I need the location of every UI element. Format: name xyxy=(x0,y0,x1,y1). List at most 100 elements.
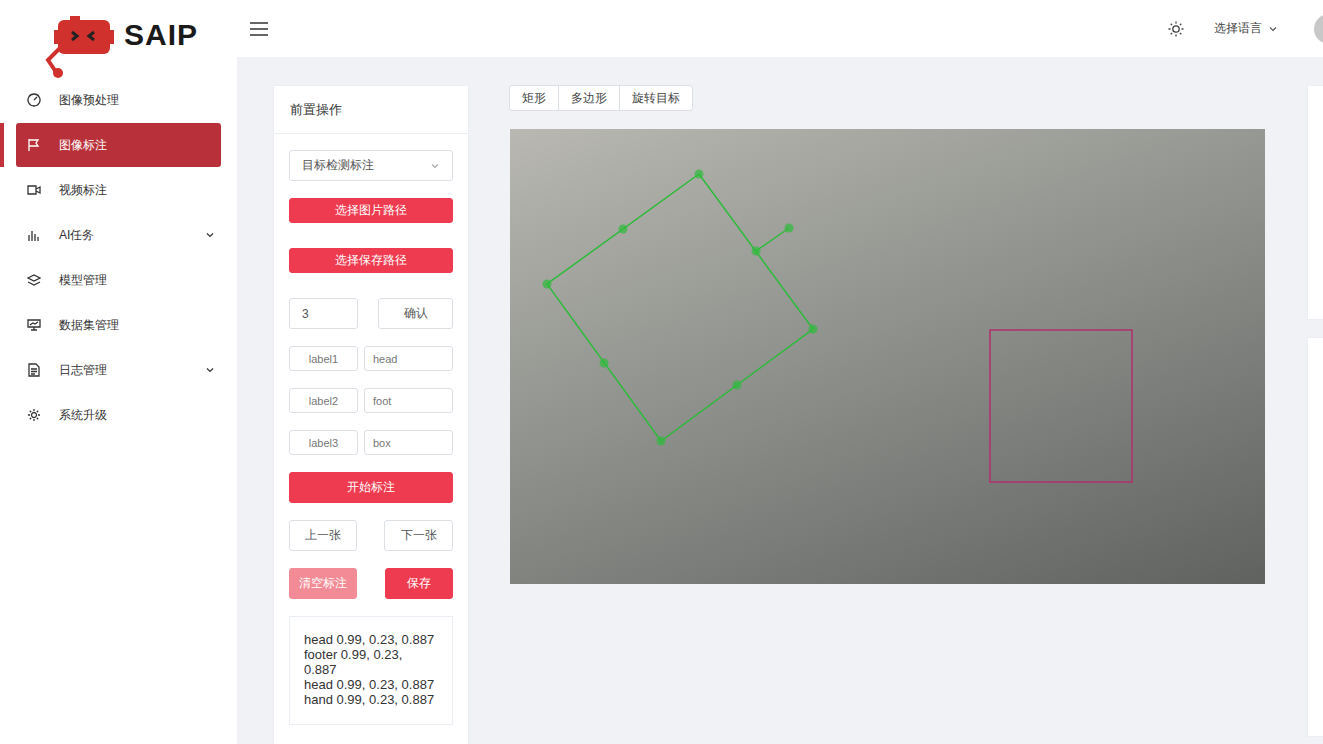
label-name: label2 xyxy=(289,388,358,413)
language-select[interactable]: 选择语言 xyxy=(1214,20,1278,37)
workspace: 矩形多边形旋转目标 xyxy=(510,85,1265,584)
content: 前置操作目标检测标注选择图片路径选择保存路径3确认label1headlabel… xyxy=(237,57,1323,744)
document-icon xyxy=(27,363,41,377)
nav-row: 上一张下一张 xyxy=(289,503,453,551)
tool-tab[interactable]: 旋转目标 xyxy=(619,86,692,110)
sidebar-item-label: 日志管理 xyxy=(59,362,205,379)
avatar[interactable] xyxy=(1314,14,1323,44)
sidebar-item[interactable]: 视频标注 xyxy=(16,168,221,212)
chevron-down-icon xyxy=(1268,24,1278,34)
label-row: label1head xyxy=(289,346,453,371)
active-indicator xyxy=(0,123,4,167)
sidebar-row: 模型管理 xyxy=(0,258,237,302)
sidebar-item[interactable]: 图像标注 xyxy=(16,123,221,167)
sidebar-item[interactable]: AI任务 xyxy=(16,213,221,257)
sidebar-row: 视频标注 xyxy=(0,168,237,212)
label-count-row: 3 确认 xyxy=(289,298,453,329)
prev-button[interactable]: 上一张 xyxy=(289,520,357,551)
tool-tab[interactable]: 矩形 xyxy=(510,86,558,110)
result-line: footer 0.99, 0.23, 0.887 xyxy=(304,647,438,677)
polygon-annotation[interactable] xyxy=(543,170,818,446)
chevron-down-icon xyxy=(205,230,215,240)
sidebar-item-label: 模型管理 xyxy=(59,272,215,289)
right-panel xyxy=(1307,85,1323,320)
sidebar-item[interactable]: 图像预处理 xyxy=(16,78,221,122)
sidebar-item-label: 图像标注 xyxy=(59,137,215,154)
sidebar-item[interactable]: 模型管理 xyxy=(16,258,221,302)
rect-annotation[interactable] xyxy=(990,330,1132,482)
results-box[interactable]: head 0.99, 0.23, 0.887footer 0.99, 0.23,… xyxy=(289,616,453,725)
result-line: head 0.99, 0.23, 0.887 xyxy=(304,632,438,647)
tool-tab[interactable]: 多边形 xyxy=(558,86,619,110)
gauge-icon xyxy=(27,93,41,107)
sidebar-item[interactable]: 数据集管理 xyxy=(16,303,221,347)
tool-tabs: 矩形多边形旋转目标 xyxy=(509,85,693,111)
panel-body: 目标检测标注选择图片路径选择保存路径3确认label1headlabel2foo… xyxy=(274,134,468,725)
select-save-path-button[interactable]: 选择保存路径 xyxy=(289,248,453,273)
label-value-input[interactable]: foot xyxy=(364,388,453,413)
top-right: 选择语言 xyxy=(1168,14,1323,44)
action-row: 清空标注保存 xyxy=(289,551,453,599)
pre-operation-panel: 前置操作目标检测标注选择图片路径选择保存路径3确认label1headlabel… xyxy=(273,85,469,744)
layers-icon xyxy=(27,273,41,287)
sidebar-row: AI任务 xyxy=(0,213,237,257)
sidebar-row: 数据集管理 xyxy=(0,303,237,347)
image-canvas[interactable] xyxy=(510,129,1265,584)
save-button[interactable]: 保存 xyxy=(385,568,453,599)
sidebar-row: 图像预处理 xyxy=(0,78,237,122)
sidebar-menu: 图像预处理图像标注视频标注 AI任务模型管理数据集管理日志管理系统升级 xyxy=(0,78,237,437)
result-line: hand 0.99, 0.23, 0.887 xyxy=(304,692,438,707)
label-value-input[interactable]: head xyxy=(364,346,453,371)
annotation-layer xyxy=(510,129,1265,584)
label-value-input[interactable]: box xyxy=(364,430,453,455)
panel-title: 前置操作 xyxy=(274,86,468,134)
chevron-down-icon xyxy=(205,365,215,375)
label-row: label2foot xyxy=(289,388,453,413)
language-label: 选择语言 xyxy=(1214,20,1262,37)
robot-logo-icon xyxy=(44,14,114,80)
sidebar: SAIP 图像预处理图像标注视频标注 AI任务模型管理数据集管理日志管理系统升级 xyxy=(0,0,237,744)
right-panels xyxy=(1307,85,1323,737)
logo[interactable]: SAIP xyxy=(0,0,237,78)
hamburger-icon[interactable] xyxy=(250,22,268,36)
select-image-path-button[interactable]: 选择图片路径 xyxy=(289,198,453,223)
confirm-button[interactable]: 确认 xyxy=(378,298,453,329)
logo-text: SAIP xyxy=(124,18,198,52)
mode-select[interactable]: 目标检测标注 xyxy=(289,150,453,181)
gear-icon xyxy=(27,408,41,422)
sidebar-row: 图像标注 xyxy=(0,123,237,167)
sidebar-item-label: 图像预处理 xyxy=(59,92,215,109)
label-name: label3 xyxy=(289,430,358,455)
next-button[interactable]: 下一张 xyxy=(384,520,453,551)
sidebar-item-label: 系统升级 xyxy=(59,407,215,424)
sidebar-item-label: AI任务 xyxy=(59,227,205,244)
mode-select-value: 目标检测标注 xyxy=(302,157,374,174)
app-root: SAIP 图像预处理图像标注视频标注 AI任务模型管理数据集管理日志管理系统升级 选择… xyxy=(0,0,1323,744)
right-panel xyxy=(1307,337,1323,737)
sidebar-item-label: 视频标注 xyxy=(59,182,215,199)
video-icon xyxy=(27,183,41,197)
sidebar-row: 日志管理 xyxy=(0,348,237,392)
flag-icon xyxy=(27,138,41,152)
sidebar-item[interactable]: 日志管理 xyxy=(16,348,221,392)
label-row: label3box xyxy=(289,430,453,455)
label-name: label1 xyxy=(289,346,358,371)
sidebar-item[interactable]: 系统升级 xyxy=(16,393,221,437)
clear-button: 清空标注 xyxy=(289,568,357,599)
sidebar-item-label: 数据集管理 xyxy=(59,317,215,334)
main: 选择语言前置操作目标检测标注选择图片路径选择保存路径3确认label1headl… xyxy=(237,0,1323,744)
dataset-icon xyxy=(27,318,41,332)
sun-icon[interactable] xyxy=(1168,21,1184,37)
start-annotation-button[interactable]: 开始标注 xyxy=(289,472,453,503)
top-bar: 选择语言 xyxy=(237,0,1323,57)
sidebar-row: 系统升级 xyxy=(0,393,237,437)
chart-icon xyxy=(27,228,41,242)
label-count-input[interactable]: 3 xyxy=(289,298,358,329)
